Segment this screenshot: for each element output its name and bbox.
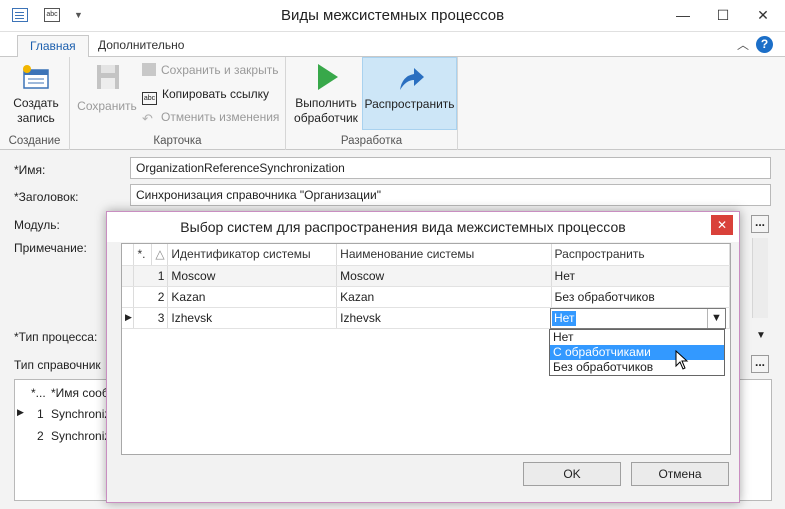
title-bar: abc ▼ Виды межсистемных процессов — ☐ ✕ [0,0,785,32]
systems-grid: *. △ Идентификатор системы Наименование … [121,243,731,455]
save-label: Сохранить [77,99,137,113]
new-record-icon [20,63,52,91]
create-label-line1: Создать [13,96,59,110]
help-icon[interactable]: ? [756,36,773,53]
distribute-label: Распространить [364,97,455,111]
grid-header-marker [122,244,135,266]
group-label-development: Разработка [340,135,403,147]
save-button[interactable]: Сохранить [74,59,140,114]
grid-row-2-name[interactable]: Synchroniz [51,429,110,443]
system-id-cell[interactable]: Kazan [167,286,338,308]
system-id-cell[interactable]: Moscow [167,265,338,287]
row-marker [122,286,135,308]
tab-main[interactable]: Главная [17,35,89,58]
save-close-label: Сохранить и закрыть [161,63,279,77]
tab-additional[interactable]: Дополнительно [86,35,196,58]
system-name-cell[interactable]: Moscow [336,265,552,287]
name-label: *Имя: [14,163,46,177]
grid-col-star: *... [31,386,46,400]
module-browse-button[interactable]: ... [751,215,769,233]
create-label-line2: запись [17,111,55,125]
col-num-header[interactable]: *. [133,244,153,266]
distribute-combobox-value[interactable]: Нет [552,311,577,326]
ref-type-label: Тип справочник [14,358,101,372]
sort-icon[interactable]: △ [151,244,169,266]
distribute-dropdown-list: Нет С обработчиками Без обработчиков [549,329,725,376]
heading-field[interactable]: Синхронизация справочника "Организации" [130,184,771,206]
module-label: Модуль: [14,218,60,232]
grid-row-2-num: 2 [37,429,44,443]
maximize-button[interactable]: ☐ [703,0,743,30]
copy-link-button[interactable]: abc Копировать ссылку [142,85,269,105]
save-icon [91,63,123,91]
distribute-cell[interactable]: Нет [551,265,731,287]
group-create: Создать запись Создание [0,57,70,150]
collapse-ribbon-icon[interactable]: ︿ [737,36,749,53]
current-row-marker-icon: ▶ [122,307,135,329]
distribute-combobox[interactable]: Нет ▼ [550,308,726,329]
grid-col-message-name: *Имя сооб [51,386,109,400]
play-icon [310,63,342,91]
group-development: Выполнить обработчик Распространить Разр… [286,57,458,150]
cancel-changes-label: Отменить изменения [161,110,280,124]
row-num: 2 [133,286,169,308]
heading-label: *Заголовок: [14,190,79,204]
note-label: Примечание: [14,241,87,255]
cancel-button[interactable]: Отмена [631,462,729,486]
copy-link-icon: abc [142,92,157,105]
process-type-label: *Тип процесса: [14,330,98,344]
group-label-create: Создание [8,135,61,147]
ok-button[interactable]: OK [523,462,621,486]
row-num: 1 [133,265,169,287]
close-button[interactable]: ✕ [743,0,783,30]
col-system-name-header[interactable]: Наименование системы [336,244,552,266]
ribbon: Создать запись Создание Сохранить Сохран… [0,57,785,150]
system-id-cell[interactable]: Izhevsk [167,307,338,329]
current-row-marker-icon: ▶ [17,407,24,417]
row-num: 3 [133,307,169,329]
col-system-id-header[interactable]: Идентификатор системы [167,244,338,266]
group-card: Сохранить Сохранить и закрыть abc Копиров… [70,57,286,150]
select-systems-dialog: Выбор систем для распространения вида ме… [106,211,740,503]
group-label-card: Карточка [153,135,202,147]
copy-link-label: Копировать ссылку [162,87,269,101]
dropdown-option-highlighted[interactable]: С обработчиками [550,345,724,360]
row-marker [122,265,135,287]
create-record-button[interactable]: Создать запись [8,59,64,126]
dialog-close-button[interactable]: ✕ [711,215,733,235]
dialog-title: Выбор систем для распространения вида ме… [180,219,626,235]
grid-row-1-name[interactable]: Synchroniz [51,407,110,421]
distribute-arrow-icon [394,64,426,92]
system-name-cell[interactable]: Izhevsk [336,307,552,329]
run-label-line2: обработчик [294,111,358,125]
distribute-cell[interactable]: Без обработчиков [551,286,731,308]
dropdown-option[interactable]: Без обработчиков [550,360,724,375]
dialog-title-bar: Выбор систем для распространения вида ме… [107,212,739,242]
name-field[interactable]: OrganizationReferenceSynchronization [130,157,771,179]
run-handler-button[interactable]: Выполнить обработчик [290,59,362,126]
ribbon-tabs: Главная Дополнительно ︿ ? [0,32,785,58]
note-scrollbar[interactable] [752,238,768,318]
cancel-changes-button[interactable]: ↶ Отменить изменения [142,108,279,126]
undo-icon: ↶ [142,111,153,126]
chevron-down-icon[interactable]: ▼ [707,309,725,328]
run-label-line1: Выполнить [295,96,357,110]
minimize-button[interactable]: — [663,0,703,30]
save-close-icon [142,63,156,76]
grid-row-1-num: 1 [37,407,44,421]
dropdown-option[interactable]: Нет [550,330,724,345]
distribute-button[interactable]: Распространить [362,57,457,130]
mouse-cursor-icon [675,349,689,373]
system-name-cell[interactable]: Kazan [336,286,552,308]
col-distribute-header[interactable]: Распространить [551,244,731,266]
save-and-close-button[interactable]: Сохранить и закрыть [142,61,278,79]
process-type-dropdown-arrow[interactable]: ▼ [752,326,770,346]
ref-type-browse-button[interactable]: ... [751,355,769,373]
